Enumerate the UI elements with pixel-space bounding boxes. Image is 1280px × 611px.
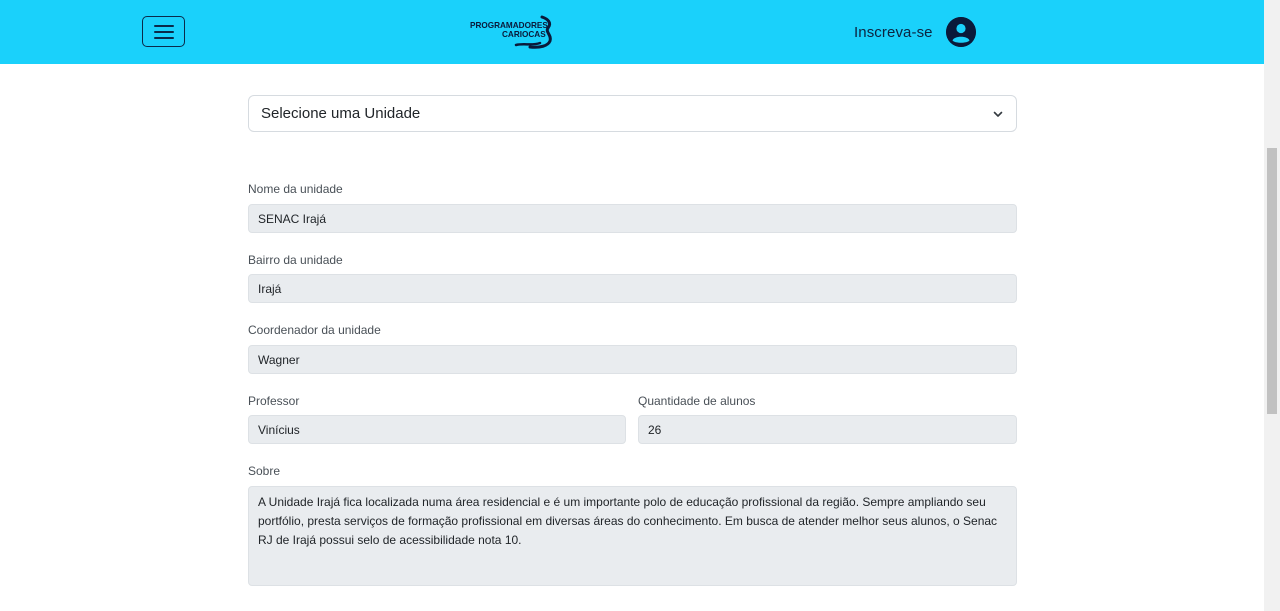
unit-name-field[interactable]: SENAC Irajá [248,204,1017,233]
chevron-down-icon [993,111,1003,117]
students-count-field[interactable]: 26 [638,415,1017,444]
logo-graphic: PROGRAMADORES CARIOCAS [470,15,552,49]
signup-link[interactable]: Inscreva-se [854,16,976,48]
coordinator-label: Coordenador da unidade [248,323,381,337]
site-logo[interactable]: PROGRAMADORES CARIOCAS [468,13,560,51]
logo-text-line2: CARIOCAS [502,30,546,39]
top-navbar: PROGRAMADORES CARIOCAS Inscreva-se [0,0,1264,64]
signup-label: Inscreva-se [854,23,933,41]
scrollbar-thumb[interactable] [1267,148,1277,414]
logo-text-line1: PROGRAMADORES [470,21,548,30]
professor-label: Professor [248,394,300,408]
neighborhood-field[interactable]: Irajá [248,274,1017,303]
coordinator-field[interactable]: Wagner [248,345,1017,374]
students-count-label: Quantidade de alunos [638,394,756,408]
neighborhood-label: Bairro da unidade [248,253,343,267]
about-textarea[interactable]: A Unidade Irajá fica localizada numa áre… [248,486,1017,586]
unit-name-label: Nome da unidade [248,182,343,196]
unit-select-value: Selecione uma Unidade [261,105,421,122]
unit-select[interactable]: Selecione uma Unidade [248,95,1017,132]
professor-field[interactable]: Vinícius [248,415,626,444]
user-circle-icon[interactable] [945,17,976,47]
page-scrollbar[interactable] [1264,0,1280,611]
hamburger-menu-icon [153,24,174,39]
about-label: Sobre [248,464,281,478]
menu-toggle-button[interactable] [142,16,185,47]
